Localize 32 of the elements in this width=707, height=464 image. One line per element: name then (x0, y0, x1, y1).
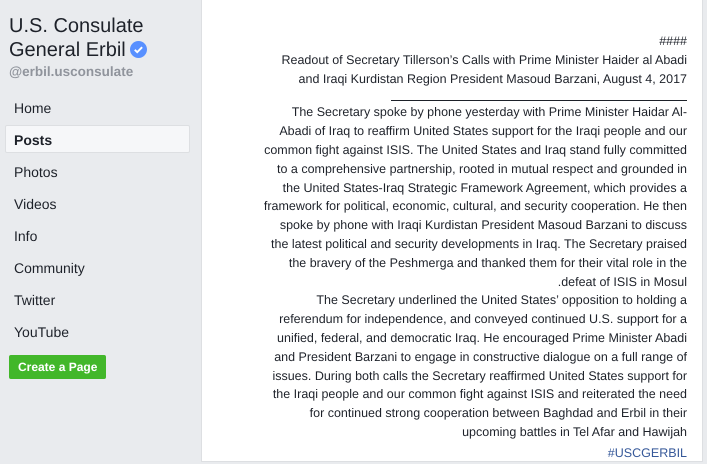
post-text-line: Abadi of Iraq to reaffirm United States support for the Iraqi people and our (279, 123, 687, 140)
page-name: U.S. Consulate General Erbil (0, 14, 200, 62)
post-text-line: common fight against ISIS. The United States and Iraq stand fully committed (264, 142, 687, 159)
post-text-line: issues. During both calls the Secretary reaffirmed United States support for (272, 368, 687, 385)
post-text-line: to a comprehensive partnership, rooted in mutual respect and grounded in (277, 160, 687, 178)
sidebar-item[interactable]: YouTube (5, 317, 190, 345)
post-text-line: for continued strong cooperation between Baghdad and Erbil in their (310, 405, 687, 422)
sidebar-item[interactable]: Twitter (5, 285, 190, 313)
post-text-line: .defeat of ISIS in Mosul (558, 274, 687, 291)
post-text-line: the latest political and security developments in Iraq. The Secretary praised (271, 236, 687, 253)
post-title-line: and Iraqi Kurdistan Region President Masoud Barzani, August 4, 2017 (298, 70, 687, 88)
post-text-line: unified, federal, and democratic Iraq. He encouraged Prime Minister Abadi (277, 330, 687, 347)
page-handle: @erbil.usconsulate (8, 63, 134, 79)
post-text-line: the Iraqi people and our common fight against ISIS and reiterated the need (272, 386, 687, 404)
sidebar-item[interactable]: Community (5, 253, 190, 281)
sidebar-item[interactable]: Photos (5, 157, 190, 185)
post-text-line: The Secretary underlined the United States’ opposition to holding a (316, 292, 687, 310)
sidebar-item[interactable]: Posts (5, 125, 190, 153)
sidebar-item[interactable]: Home (5, 93, 190, 121)
hashtag-link[interactable]: #USCGERBIL (608, 444, 687, 463)
sidebar-item[interactable]: Info (5, 221, 190, 249)
post-text-line: The Secretary spoke by phone yesterday with Prime Minister Haidar Al- (292, 104, 687, 122)
post-text-line: and President Barzani to engage in constructive dialogue on a full range of (274, 348, 687, 366)
post-marker: #### (659, 33, 687, 50)
post-title-line: Readout of Secretary Tillerson’s Calls with Prime Minister Haider al Abadi (282, 52, 687, 69)
post-text-line: the bravery of the Peshmerga and thanked them for their vital role in the (288, 254, 687, 272)
post-text-line: the United States-Iraq Strategic Framework Agreement, which provides a (282, 180, 687, 197)
sidebar-item[interactable]: Videos (5, 189, 190, 217)
post-text-line: referendum for independence, and conveyed continued U.S. support for a (279, 311, 687, 328)
post-text-line: framework for political, economic, cultural, and security cooperation. He then (264, 198, 687, 216)
post-text-line: spoke by phone with Iraqi Kurdistan President Masoud Barzani to discuss (280, 217, 687, 234)
post-text-line: upcoming battles in Tel Afar and Hawijah (462, 424, 687, 441)
